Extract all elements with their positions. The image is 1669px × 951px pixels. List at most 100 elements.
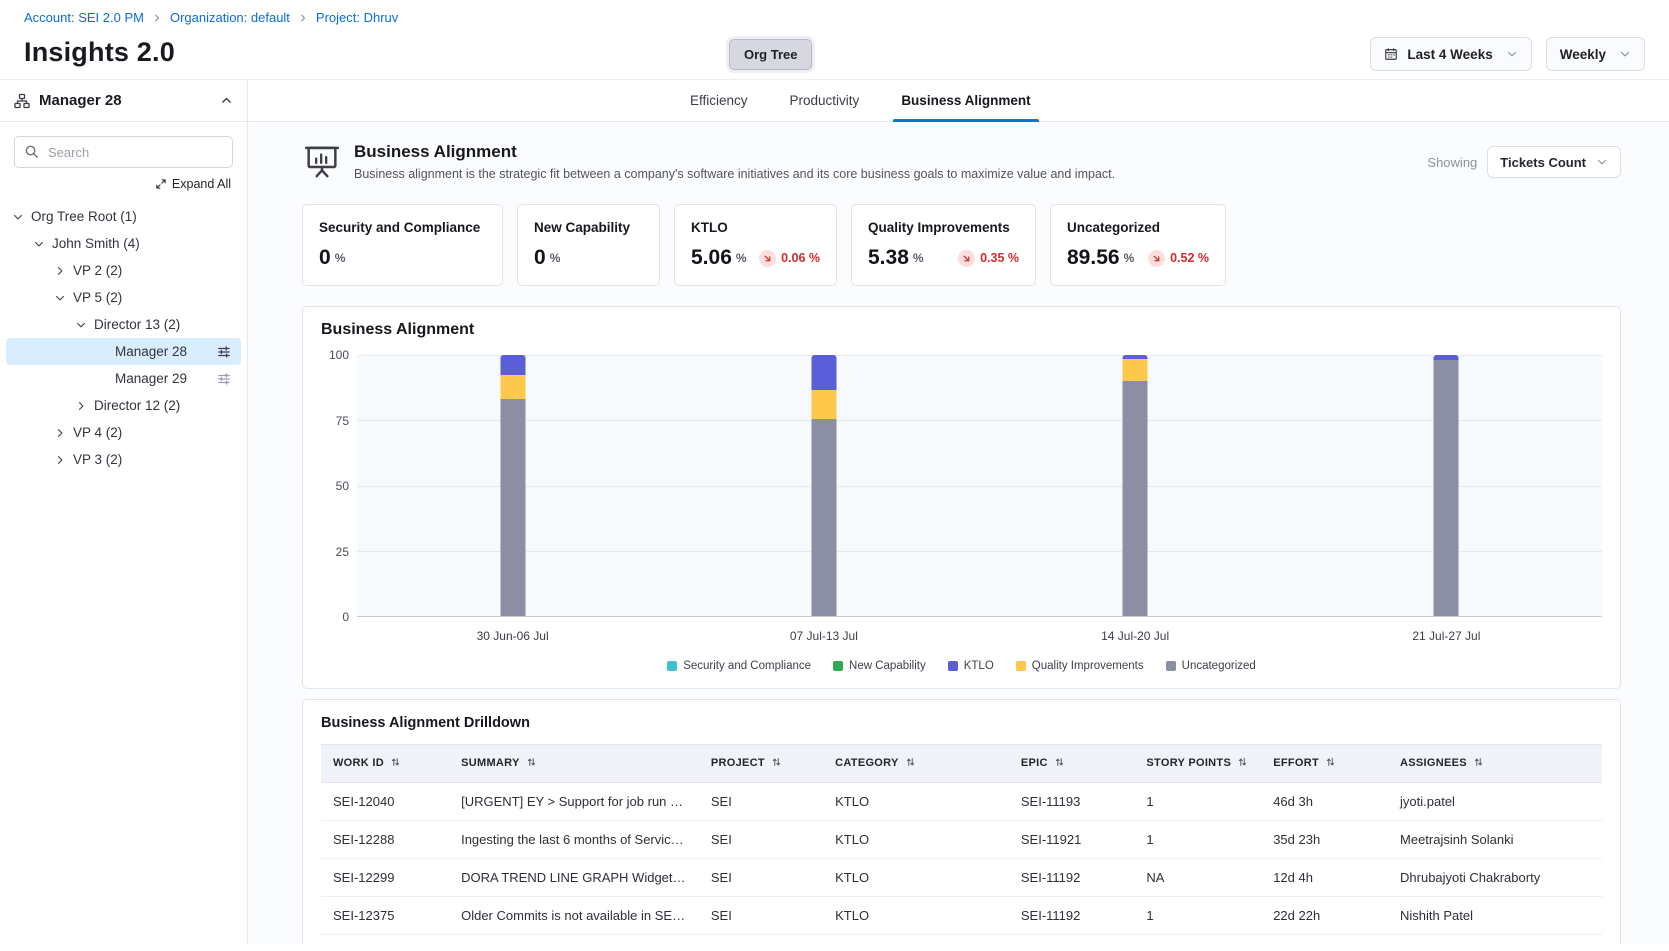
chevron-down-icon xyxy=(1619,48,1631,60)
sort-icon[interactable] xyxy=(1325,756,1336,771)
metric-unit: % xyxy=(736,251,747,265)
x-tick-label: 30 Jun-06 Jul xyxy=(357,629,668,643)
sort-icon[interactable] xyxy=(1237,756,1248,771)
chevron-down-icon[interactable] xyxy=(33,238,52,250)
bar-segment-uncategorized[interactable] xyxy=(1123,381,1148,616)
sort-icon[interactable] xyxy=(771,756,782,771)
column-header-assignees[interactable]: ASSIGNEES xyxy=(1388,745,1602,783)
showing-select[interactable]: Tickets Count xyxy=(1487,146,1621,178)
tree-node-john-smith-4[interactable]: John Smith (4) xyxy=(6,230,241,257)
chevron-right-icon[interactable] xyxy=(54,265,73,277)
bar-segment-uncategorized[interactable] xyxy=(500,399,525,616)
tree-node-manager-28[interactable]: Manager 28 xyxy=(6,338,241,365)
table-cell: SEI xyxy=(699,897,823,935)
table-cell: KTLO xyxy=(823,897,1009,935)
tree-node-label: Director 13 (2) xyxy=(94,317,180,332)
stacked-bar-21-jul-27-jul[interactable] xyxy=(1434,355,1459,616)
metric-card-uncategorized: Uncategorized89.56%0.52 % xyxy=(1050,204,1226,286)
table-cell: 12d 4h xyxy=(1261,859,1388,897)
table-cell: SEI-12375 xyxy=(321,897,449,935)
search-input[interactable] xyxy=(14,136,233,168)
org-tree-sidebar: Manager 28 Expand All Org Tree Root (1)J… xyxy=(0,80,248,944)
breadcrumb-separator-icon xyxy=(152,13,162,23)
table-cell: [URGENT] EY > Support for job run par... xyxy=(449,783,699,821)
table-row[interactable]: SEI-12305EY > Verify if ingestion is wor… xyxy=(321,935,1602,945)
tree-node-vp-5-2[interactable]: VP 5 (2) xyxy=(6,284,241,311)
legend-item-quality-improvements[interactable]: Quality Improvements xyxy=(1016,660,1144,672)
filter-sliders-icon[interactable] xyxy=(217,345,231,359)
org-tree-button[interactable]: Org Tree xyxy=(729,39,812,70)
breadcrumb-link[interactable]: Project: Dhruv xyxy=(316,10,398,25)
section-description: Business alignment is the strategic fit … xyxy=(354,167,1115,181)
metric-value: 5.06 xyxy=(691,246,732,270)
chevron-down-icon[interactable] xyxy=(75,319,94,331)
column-header-story-points[interactable]: STORY POINTS xyxy=(1134,745,1261,783)
bar-segment-quality-improvements[interactable] xyxy=(1123,359,1148,381)
chevron-right-icon[interactable] xyxy=(75,400,94,412)
stacked-bar-14-jul-20-jul[interactable] xyxy=(1123,355,1148,616)
column-header-label: EFFORT xyxy=(1273,757,1319,769)
tree-node-director-13-2[interactable]: Director 13 (2) xyxy=(6,311,241,338)
sort-icon[interactable] xyxy=(1054,756,1065,771)
table-cell: 22d 22h xyxy=(1261,897,1388,935)
sort-icon[interactable] xyxy=(1473,756,1484,771)
granularity-select[interactable]: Weekly xyxy=(1546,37,1645,71)
sort-icon[interactable] xyxy=(905,756,916,771)
column-header-work-id[interactable]: WORK ID xyxy=(321,745,449,783)
table-row[interactable]: SEI-12040[URGENT] EY > Support for job r… xyxy=(321,783,1602,821)
date-range-select[interactable]: Last 4 Weeks xyxy=(1370,37,1531,71)
column-header-project[interactable]: PROJECT xyxy=(699,745,823,783)
table-row[interactable]: SEI-12288Ingesting the last 6 months of … xyxy=(321,821,1602,859)
legend-item-security-and-compliance[interactable]: Security and Compliance xyxy=(667,660,811,672)
bar-segment-quality-improvements[interactable] xyxy=(500,375,525,400)
bar-segment-ktlo[interactable] xyxy=(811,355,836,390)
tree-node-vp-4-2[interactable]: VP 4 (2) xyxy=(6,419,241,446)
table-cell: NA xyxy=(1134,859,1261,897)
chevron-down-icon[interactable] xyxy=(12,211,31,223)
tree-node-manager-29[interactable]: Manager 29 xyxy=(6,365,241,392)
legend-item-uncategorized[interactable]: Uncategorized xyxy=(1166,660,1256,672)
bar-segment-quality-improvements[interactable] xyxy=(811,390,836,419)
filter-sliders-icon[interactable] xyxy=(217,372,231,386)
tree-node-label: VP 3 (2) xyxy=(73,452,122,467)
breadcrumb-link[interactable]: Account: SEI 2.0 PM xyxy=(24,10,144,25)
chart-plot-area xyxy=(357,355,1602,617)
breadcrumb-link[interactable]: Organization: default xyxy=(170,10,290,25)
tab-business-alignment[interactable]: Business Alignment xyxy=(899,80,1032,121)
column-header-epic[interactable]: EPIC xyxy=(1009,745,1135,783)
collapse-sidebar-icon[interactable] xyxy=(220,94,233,107)
table-row[interactable]: SEI-12375Older Commits is not available … xyxy=(321,897,1602,935)
legend-item-new-capability[interactable]: New Capability xyxy=(833,660,926,672)
bar-segment-uncategorized[interactable] xyxy=(811,419,836,616)
column-header-effort[interactable]: EFFORT xyxy=(1261,745,1388,783)
tree-node-director-12-2[interactable]: Director 12 (2) xyxy=(6,392,241,419)
sort-icon[interactable] xyxy=(526,756,537,771)
metric-card-security-and-compliance: Security and Compliance0% xyxy=(302,204,503,286)
stacked-bar-30-jun-06-jul[interactable] xyxy=(500,355,525,616)
tree-node-vp-2-2[interactable]: VP 2 (2) xyxy=(6,257,241,284)
tree-node-label: VP 4 (2) xyxy=(73,425,122,440)
tab-productivity[interactable]: Productivity xyxy=(788,80,862,121)
tree-node-vp-3-2[interactable]: VP 3 (2) xyxy=(6,446,241,473)
chevron-right-icon[interactable] xyxy=(54,427,73,439)
legend-label: Security and Compliance xyxy=(683,660,811,672)
bar-segment-uncategorized[interactable] xyxy=(1434,360,1459,616)
sort-icon[interactable] xyxy=(390,756,401,771)
drilldown-title: Business Alignment Drilldown xyxy=(321,715,1602,731)
x-axis-labels: 30 Jun-06 Jul07 Jul-13 Jul14 Jul-20 Jul2… xyxy=(357,629,1602,643)
table-row[interactable]: SEI-12299DORA TREND LINE GRAPH Widgets i… xyxy=(321,859,1602,897)
column-header-category[interactable]: CATEGORY xyxy=(823,745,1009,783)
tab-efficiency[interactable]: Efficiency xyxy=(688,80,750,121)
chevron-right-icon[interactable] xyxy=(54,454,73,466)
legend-swatch xyxy=(833,661,843,671)
column-header-summary[interactable]: SUMMARY xyxy=(449,745,699,783)
expand-all-link[interactable]: Expand All xyxy=(16,177,231,191)
search-icon xyxy=(24,144,39,164)
legend-item-ktlo[interactable]: KTLO xyxy=(948,660,994,672)
drilldown-panel: Business Alignment Drilldown WORK IDSUMM… xyxy=(302,699,1621,944)
y-tick-label: 50 xyxy=(336,479,349,493)
bar-segment-ktlo[interactable] xyxy=(500,355,525,375)
chevron-down-icon[interactable] xyxy=(54,292,73,304)
tree-node-org-tree-root-1[interactable]: Org Tree Root (1) xyxy=(6,203,241,230)
stacked-bar-07-jul-13-jul[interactable] xyxy=(811,355,836,616)
